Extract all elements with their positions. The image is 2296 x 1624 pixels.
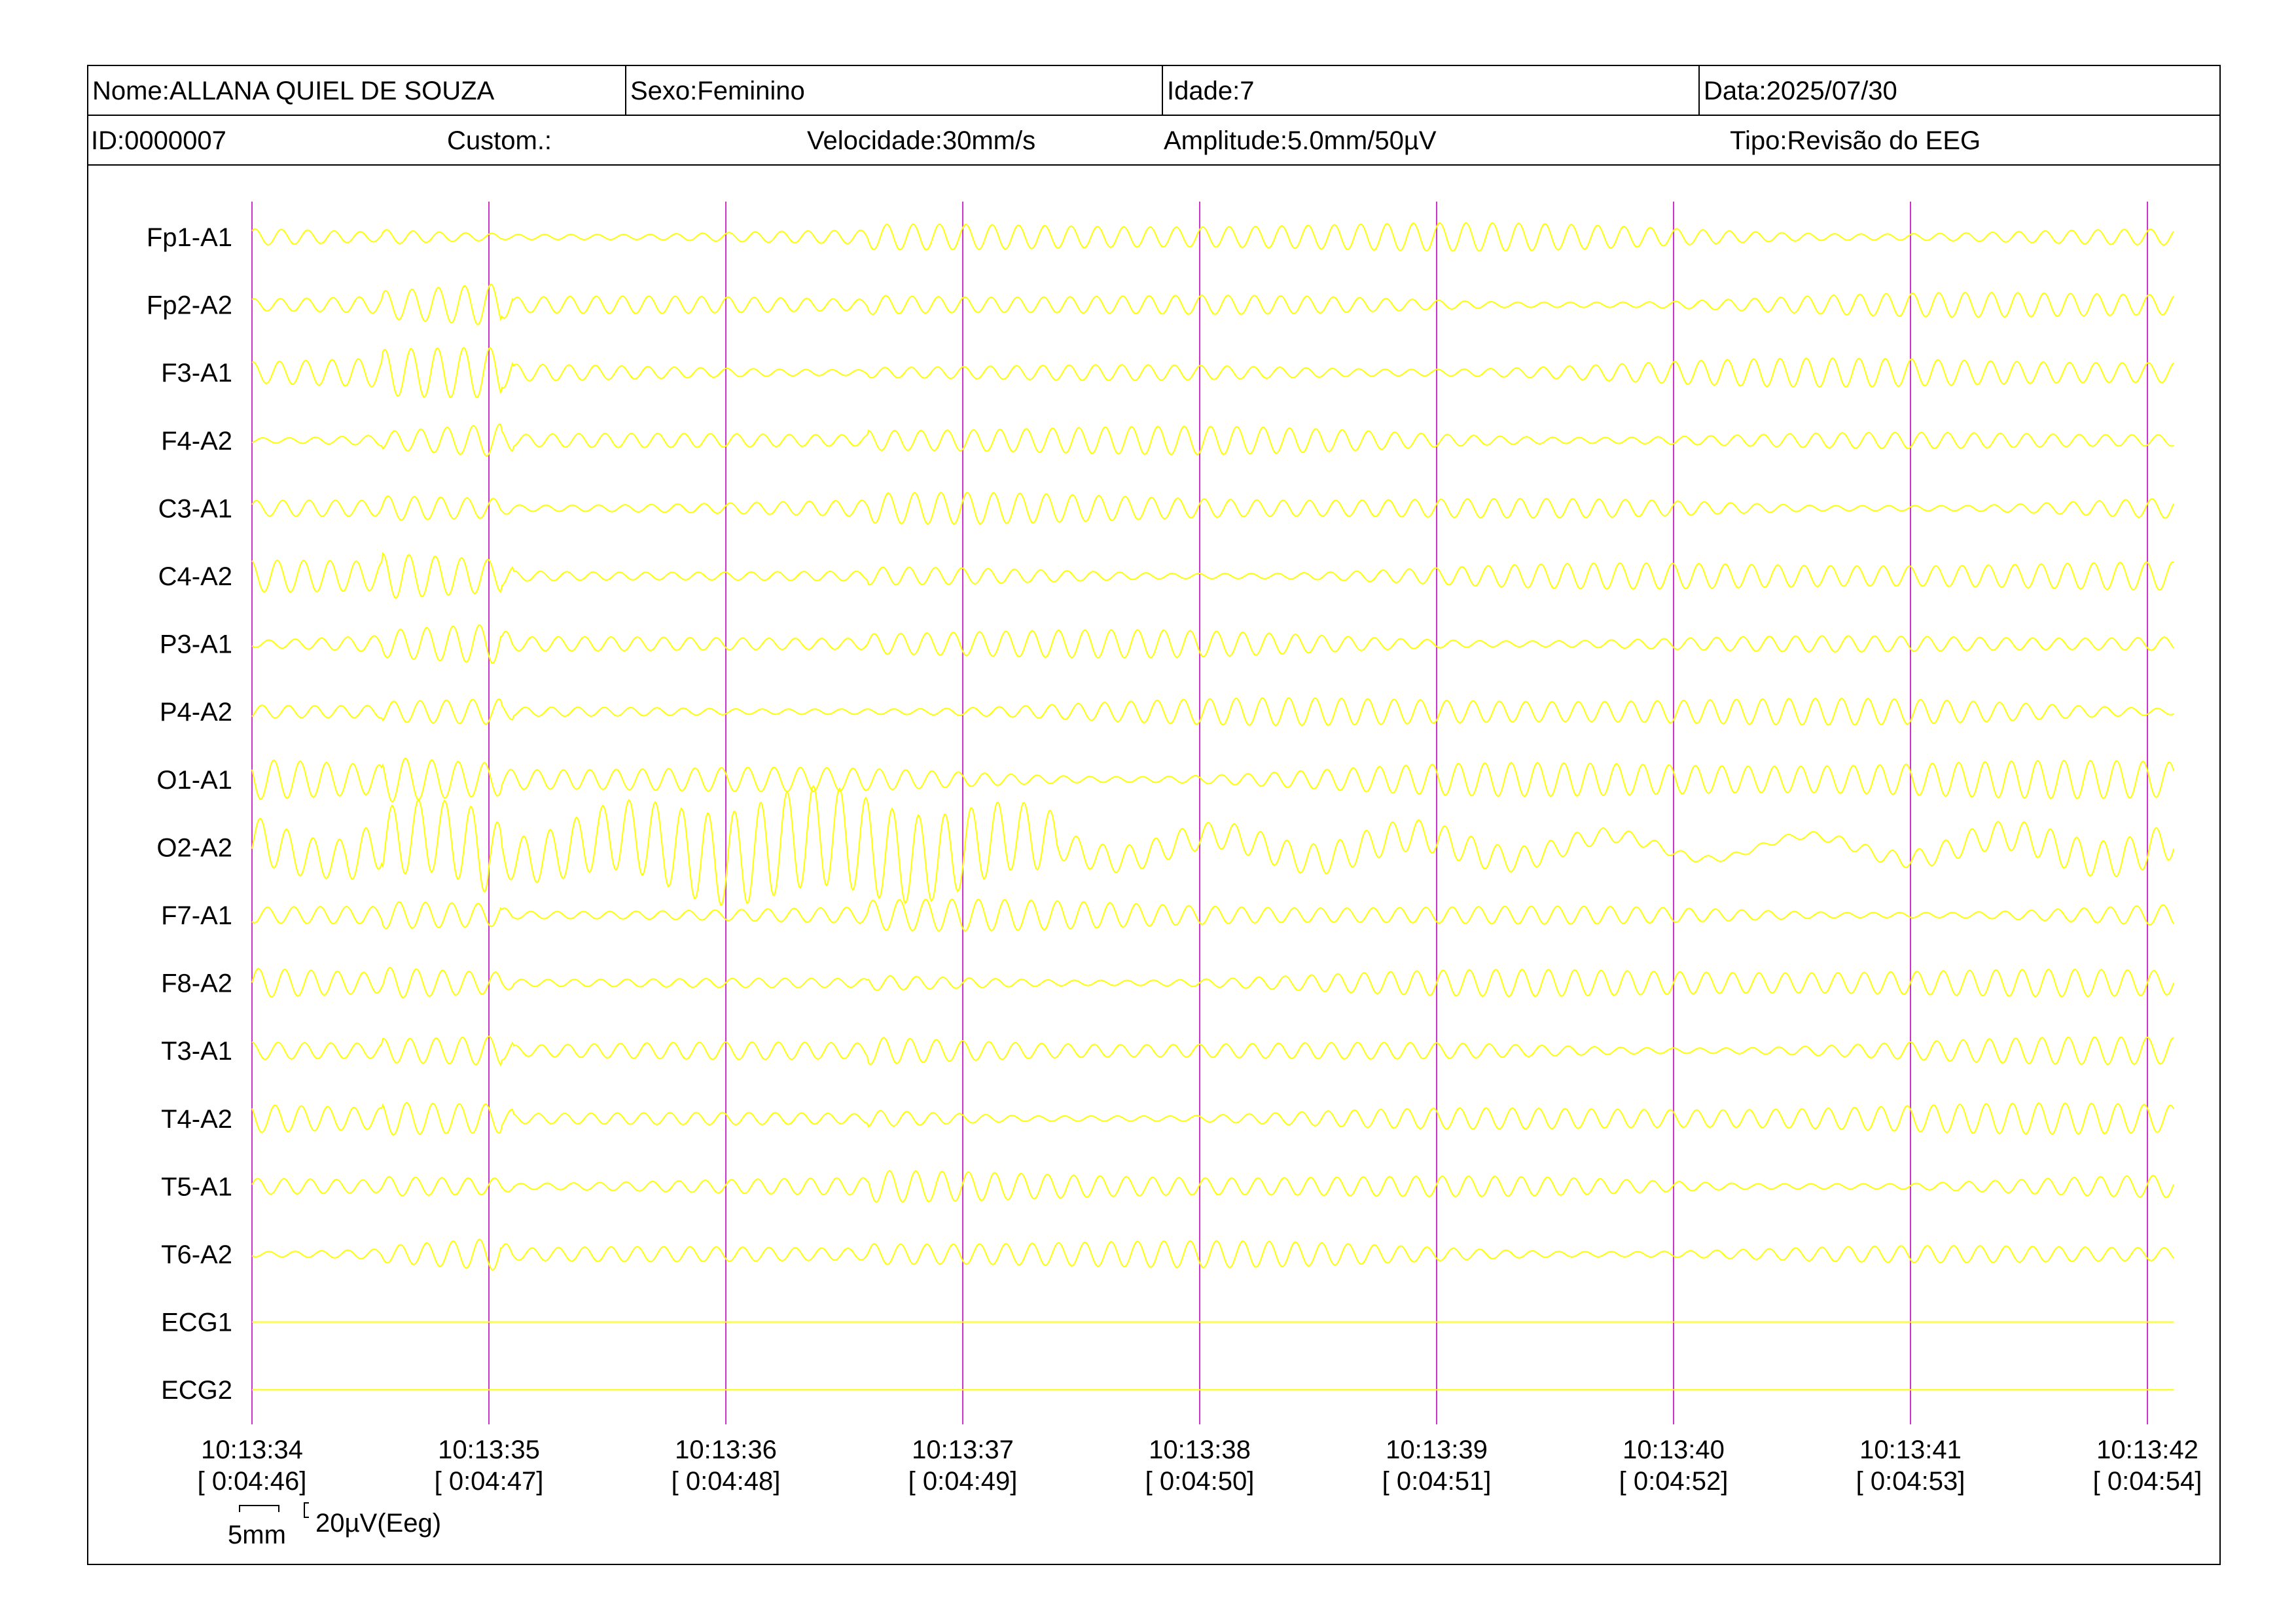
channel-label: T5-A1 bbox=[161, 1172, 232, 1201]
eeg-trace bbox=[251, 1170, 2174, 1203]
time-tick-clock: 10:13:42 bbox=[2096, 1435, 2198, 1464]
time-tick-elapsed: [ 0:04:54] bbox=[2093, 1467, 2202, 1496]
time-tick-elapsed: [ 0:04:46] bbox=[198, 1467, 307, 1496]
time-tick-clock: 10:13:39 bbox=[1386, 1435, 1488, 1464]
channel-label: F7-A1 bbox=[161, 901, 232, 930]
eeg-trace bbox=[251, 222, 2174, 252]
eeg-traces bbox=[251, 222, 2174, 1391]
channel-label: ECG1 bbox=[161, 1308, 232, 1337]
channel-label: ECG2 bbox=[161, 1376, 232, 1405]
channel-label: T6-A2 bbox=[161, 1240, 232, 1269]
channel-label: O2-A2 bbox=[156, 833, 232, 862]
time-tick-clock: 10:13:41 bbox=[1859, 1435, 1962, 1464]
time-tick-clock: 10:13:40 bbox=[1623, 1435, 1725, 1464]
channel-label: C3-A1 bbox=[158, 494, 232, 523]
eeg-trace bbox=[251, 492, 2174, 525]
eeg-trace bbox=[251, 697, 2174, 727]
eeg-trace bbox=[251, 624, 2174, 664]
channel-label: F8-A2 bbox=[161, 969, 232, 998]
channel-label: P3-A1 bbox=[160, 630, 232, 659]
amplitude-scale-label: 20µV(Eeg) bbox=[315, 1509, 441, 1538]
time-tick-elapsed: [ 0:04:48] bbox=[672, 1467, 781, 1496]
eeg-trace bbox=[251, 1035, 2174, 1067]
time-tick-elapsed: [ 0:04:52] bbox=[1619, 1467, 1729, 1496]
calibration-scale-bar: 5mm 20µV(Eeg) bbox=[228, 1502, 441, 1549]
time-tick-clock: 10:13:37 bbox=[912, 1435, 1014, 1464]
channel-label: F4-A2 bbox=[161, 427, 232, 456]
eeg-trace bbox=[251, 283, 2174, 325]
channel-label: T3-A1 bbox=[161, 1037, 232, 1066]
channel-label: Fp1-A1 bbox=[147, 223, 232, 252]
time-axis: 10:13:34 [ 0:04:46] 10:13:35 [ 0:04:47] 10:1… bbox=[198, 1435, 2202, 1496]
eeg-trace bbox=[251, 423, 2174, 457]
eeg-trace bbox=[251, 1238, 2174, 1271]
time-tick-elapsed: [ 0:04:51] bbox=[1382, 1467, 1492, 1496]
time-tick-elapsed: [ 0:04:49] bbox=[908, 1467, 1018, 1496]
channel-label: C4-A2 bbox=[158, 562, 232, 591]
time-scale-bracket bbox=[239, 1505, 279, 1512]
channel-label: P4-A2 bbox=[160, 698, 232, 727]
time-tick-elapsed: [ 0:04:50] bbox=[1145, 1467, 1255, 1496]
time-tick-clock: 10:13:35 bbox=[438, 1435, 540, 1464]
eeg-trace bbox=[251, 898, 2174, 932]
eeg-trace bbox=[251, 757, 2174, 803]
channel-label: O1-A1 bbox=[156, 766, 232, 795]
time-tick-elapsed: [ 0:04:53] bbox=[1856, 1467, 1965, 1496]
channel-label: Fp2-A2 bbox=[147, 291, 232, 320]
time-tick-clock: 10:13:38 bbox=[1149, 1435, 1251, 1464]
eeg-trace bbox=[251, 346, 2174, 399]
channel-label: T4-A2 bbox=[161, 1105, 232, 1134]
time-tick-clock: 10:13:36 bbox=[675, 1435, 777, 1464]
eeg-chart: Fp1-A1 Fp2-A2 F3-A1 F4-A2 C3-A1 C4-A2 P3-A1 P4-… bbox=[147, 202, 2202, 1549]
eeg-trace bbox=[251, 784, 2174, 906]
second-markers bbox=[251, 202, 2148, 1424]
eeg-trace bbox=[251, 967, 2174, 998]
channel-label: F3-A1 bbox=[161, 359, 232, 388]
time-tick-elapsed: [ 0:04:47] bbox=[435, 1467, 544, 1496]
time-tick-clock: 10:13:34 bbox=[201, 1435, 303, 1464]
amplitude-scale-bracket bbox=[304, 1502, 309, 1518]
channel-labels: Fp1-A1 Fp2-A2 F3-A1 F4-A2 C3-A1 C4-A2 P3-A1 P4-… bbox=[147, 223, 232, 1405]
time-scale-label: 5mm bbox=[228, 1521, 286, 1549]
eeg-trace bbox=[251, 1102, 2174, 1136]
eeg-trace bbox=[251, 551, 2174, 599]
